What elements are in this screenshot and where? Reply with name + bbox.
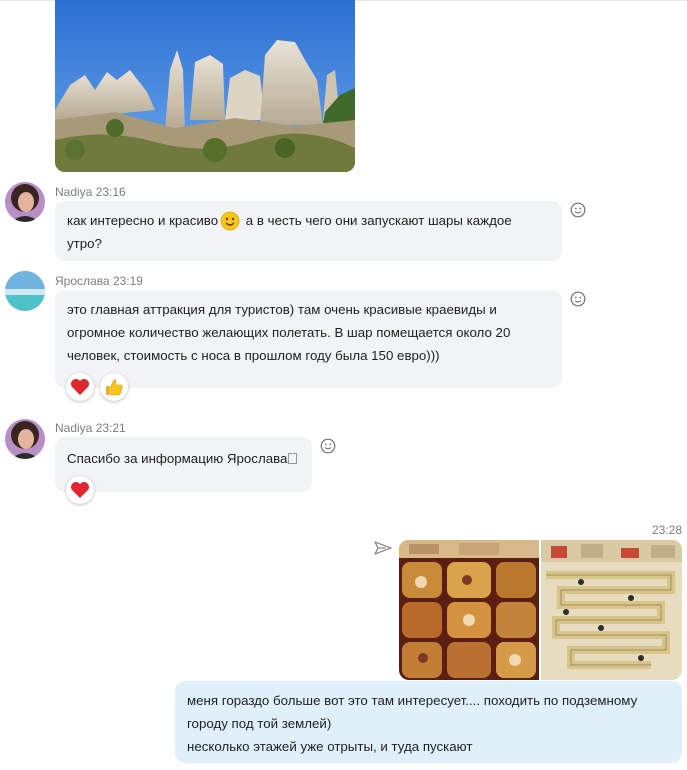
paper-plane-icon [374,541,392,555]
message-line: огромное количество желающих полетать. В… [67,325,511,340]
reaction-heart[interactable] [66,476,94,504]
reaction-thumbs-up[interactable] [100,373,128,401]
timestamp: 23:28 [652,523,683,537]
message-text: Спасибо за информацию Ярослава [67,451,288,466]
heart-icon [71,379,89,395]
avatar-yaroslava[interactable] [5,271,45,311]
shared-photo-cave-illustration[interactable] [399,540,539,680]
message-line: городу под той землей) [187,716,332,731]
message-meta: Nadiya 23:21 [55,421,126,435]
author-name: Nadiya [55,421,93,435]
timestamp: 23:16 [95,185,126,199]
message-bubble[interactable]: это главная аттракция для туристов) там … [55,290,562,388]
add-reaction-icon[interactable] [320,438,336,454]
message-bubble-outgoing[interactable]: меня гораздо больше вот это там интересу… [175,681,682,763]
message-line: человек, стоимость с носа в прошлом году… [67,348,440,363]
smile-emoji-icon [220,212,240,231]
add-reaction-icon[interactable] [570,202,586,218]
message-meta: Nadiya 23:16 [55,185,126,199]
reaction-heart[interactable] [66,373,94,401]
timestamp: 23:19 [112,274,143,288]
message-text: как интересно и красиво [67,213,219,228]
message-meta: Ярослава 23:19 [55,274,143,288]
add-reaction-icon[interactable] [570,291,586,307]
shared-photo-cappadocia[interactable] [55,0,355,172]
message-line: это главная аттракция для туристов) там … [67,302,497,317]
avatar-nadiya[interactable] [5,182,45,222]
thumbs-up-icon [106,379,123,396]
shared-photo-underground-city-map[interactable] [541,540,682,680]
avatar-nadiya[interactable] [5,419,45,459]
unknown-glyph-icon [288,453,298,464]
author-name: Nadiya [55,185,93,199]
heart-icon [71,482,89,498]
message-bubble[interactable]: как интересно и красиво а в честь чего о… [55,201,562,261]
message-bubble[interactable]: Спасибо за информацию Ярослава [55,437,312,492]
timestamp: 23:21 [95,421,126,435]
message-line: несколько этажей уже отрыты, и туда пуск… [187,739,473,754]
author-name: Ярослава [55,274,110,288]
message-line: меня гораздо больше вот это там интересу… [187,693,638,708]
